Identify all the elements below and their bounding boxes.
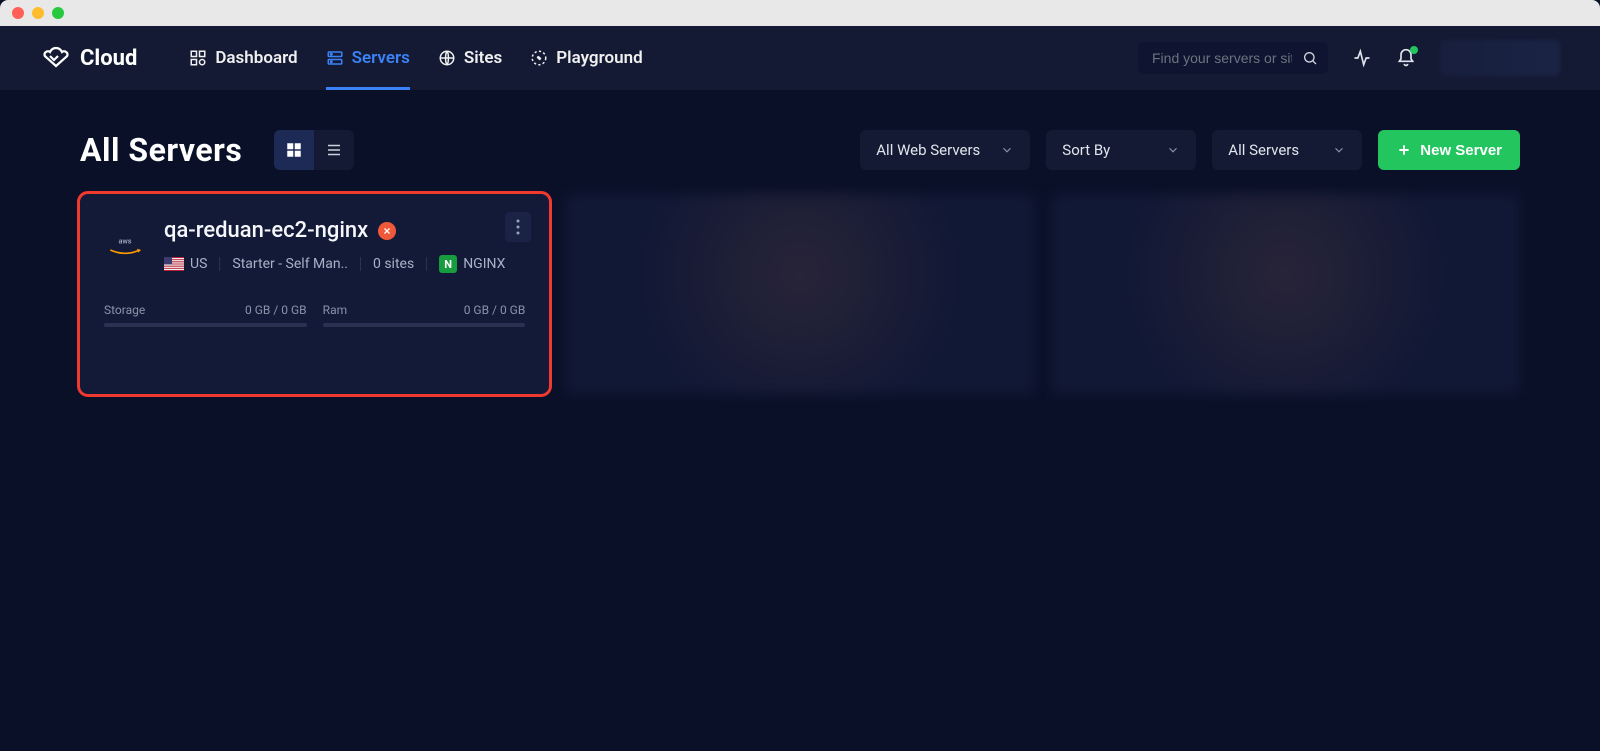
filter-servers-dropdown[interactable]: All Servers [1212,130,1362,170]
servers-icon [326,49,344,67]
nav-servers[interactable]: Servers [326,26,410,90]
grid-icon [285,141,303,159]
chevron-down-icon [1166,143,1180,157]
server-card[interactable]: aws qa-reduan-ec2-nginx [80,194,549,394]
dashboard-icon [189,49,207,67]
nav-sites-label: Sites [464,48,502,68]
nav-playground-label: Playground [556,48,642,68]
main-nav: Dashboard Servers Sites Playground [189,26,642,90]
brand-logo[interactable]: Cloud [40,42,137,74]
notifications-button[interactable] [1396,48,1416,68]
list-view-button[interactable] [314,130,354,170]
ram-row: Ram 0 GB / 0 GB [323,303,526,317]
nginx-icon: N [439,255,457,273]
meta-separator [426,257,427,271]
search-box[interactable] [1138,42,1328,74]
ram-stat: Ram 0 GB / 0 GB [323,303,526,327]
list-icon [325,141,343,159]
us-flag-icon [164,257,184,271]
server-name: qa-reduan-ec2-nginx [164,218,368,243]
kebab-icon [516,219,520,235]
storage-row: Storage 0 GB / 0 GB [104,303,307,317]
nav-dashboard[interactable]: Dashboard [189,26,297,90]
card-title-row: qa-reduan-ec2-nginx [164,218,525,243]
x-icon [382,226,392,236]
window-maximize-dot[interactable] [52,7,64,19]
nav-servers-label: Servers [352,48,410,68]
chevron-down-icon [1000,143,1014,157]
brand-name: Cloud [80,46,137,71]
card-top: aws qa-reduan-ec2-nginx [104,218,525,273]
playground-icon [530,49,548,67]
card-meta: US Starter - Self Man.. 0 sites N NGINX [164,255,525,273]
nav-sites[interactable]: Sites [438,26,502,90]
storage-value: 0 GB / 0 GB [245,303,307,317]
aws-icon: aws [105,234,145,258]
plus-icon [1396,142,1412,158]
svg-text:aws: aws [118,236,131,245]
view-toggle [274,130,354,170]
filter-web-servers-label: All Web Servers [876,141,980,159]
region-label: US [190,256,207,272]
storage-bar [104,323,307,327]
sort-by-dropdown[interactable]: Sort By [1046,130,1196,170]
search-input[interactable] [1152,50,1292,66]
provider-logo: aws [104,218,146,273]
webserver-label: NGINX [463,256,505,272]
topbar: Cloud Dashboard Servers Sites Playground [0,26,1600,90]
server-cards-grid: aws qa-reduan-ec2-nginx [80,194,1520,394]
new-server-label: New Server [1420,142,1502,159]
window-close-dot[interactable] [12,7,24,19]
status-error-badge [378,222,396,240]
storage-stat: Storage 0 GB / 0 GB [104,303,307,327]
sort-by-label: Sort By [1062,141,1110,159]
logo-icon [40,42,72,74]
new-server-button[interactable]: New Server [1378,130,1520,170]
card-stats: Storage 0 GB / 0 GB Ram 0 GB / 0 GB [104,303,525,327]
sites-meta: 0 sites [373,256,414,272]
filter-servers-label: All Servers [1228,141,1299,159]
window-chrome [0,0,1600,26]
notification-indicator [1410,46,1418,54]
profile-area[interactable] [1440,40,1560,76]
topbar-right [1138,40,1560,76]
chevron-down-icon [1332,143,1346,157]
meta-separator [360,257,361,271]
activity-button[interactable] [1352,48,1372,68]
nav-playground[interactable]: Playground [530,26,642,90]
globe-icon [438,49,456,67]
content-header: All Servers All Web Servers Sort By [80,130,1520,170]
content: All Servers All Web Servers Sort By [0,90,1600,434]
search-icon [1302,50,1318,66]
server-card-blurred [565,194,1034,394]
header-controls: All Web Servers Sort By All Servers New … [860,130,1520,170]
nav-dashboard-label: Dashboard [215,48,297,68]
ram-label: Ram [323,303,347,317]
server-card-blurred [1051,194,1520,394]
webserver-meta: N NGINX [439,255,505,273]
window-minimize-dot[interactable] [32,7,44,19]
page-title: All Servers [80,131,242,169]
meta-separator [219,257,220,271]
storage-label: Storage [104,303,145,317]
filter-web-servers-dropdown[interactable]: All Web Servers [860,130,1030,170]
plan-meta: Starter - Self Man.. [232,256,348,272]
region-meta: US [164,256,207,272]
ram-bar [323,323,526,327]
ram-value: 0 GB / 0 GB [464,303,526,317]
grid-view-button[interactable] [274,130,314,170]
activity-icon [1352,48,1372,68]
card-info: qa-reduan-ec2-nginx [164,218,525,273]
app-root: Cloud Dashboard Servers Sites Playground [0,26,1600,751]
card-menu-button[interactable] [505,212,531,242]
